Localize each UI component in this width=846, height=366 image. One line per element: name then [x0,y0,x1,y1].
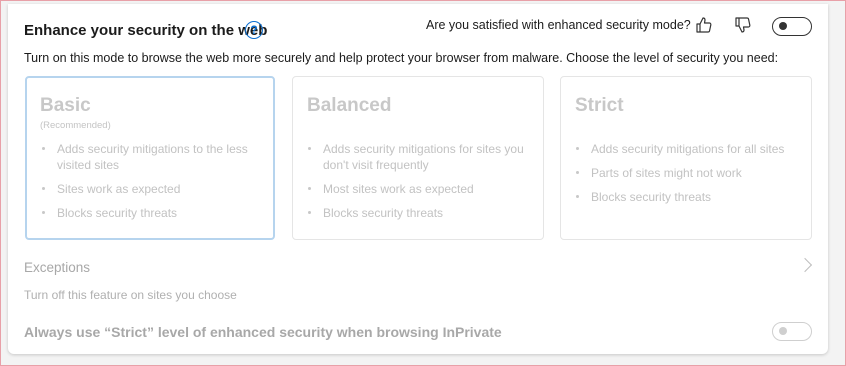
thumbs-up-icon[interactable] [695,16,713,34]
enhanced-security-card: Enhance your security on the web ? Are y… [8,4,828,354]
thumbs-down-icon[interactable] [734,16,752,34]
level-name: Strict [575,95,624,116]
exceptions-description: Turn off this feature on sites you choos… [24,288,237,302]
enhanced-security-toggle[interactable] [772,17,812,36]
chevron-right-icon[interactable] [797,257,813,273]
level-card-basic[interactable]: Basic (Recommended) Adds security mitiga… [25,76,275,240]
level-bullets: Adds security mitigations for all sites … [575,141,807,213]
inprivate-strict-toggle[interactable] [772,322,812,341]
level-bullet: Adds security mitigations for all sites [575,141,807,157]
level-bullet: Adds security mitigations to the less vi… [41,141,259,173]
level-bullet: Parts of sites might not work [575,165,807,181]
level-bullet: Blocks security threats [575,189,807,205]
level-bullets: Adds security mitigations for sites you … [307,141,535,229]
inprivate-strict-label: Always use “Strict” level of enhanced se… [24,324,502,340]
level-name: Balanced [307,95,392,116]
level-card-balanced[interactable]: Balanced Adds security mitigations for s… [292,76,544,240]
toggle-knob [779,22,787,30]
level-name: Basic [40,95,91,116]
feedback-question: Are you satisfied with enhanced security… [426,18,691,32]
section-description: Turn on this mode to browse the web more… [24,51,779,65]
level-bullet: Most sites work as expected [307,181,535,197]
level-bullet: Blocks security threats [307,205,535,221]
level-card-strict[interactable]: Strict Adds security mitigations for all… [560,76,812,240]
exceptions-link[interactable]: Exceptions [24,260,90,275]
question-circle-icon[interactable]: ? [245,21,263,39]
level-bullet: Sites work as expected [41,181,259,197]
level-bullet: Adds security mitigations for sites you … [307,141,535,173]
level-bullet: Blocks security threats [41,205,259,221]
toggle-knob [779,327,787,335]
level-recommended-label: (Recommended) [40,120,111,131]
level-bullets: Adds security mitigations to the less vi… [41,141,259,229]
section-title: Enhance your security on the web [24,22,268,39]
